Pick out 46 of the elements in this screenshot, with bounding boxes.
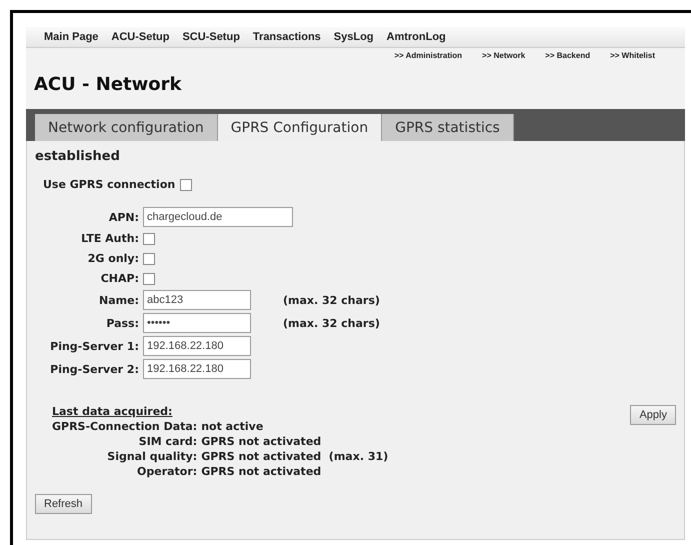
- nav-link[interactable]: SysLog: [334, 31, 374, 43]
- checkbox[interactable]: [143, 232, 155, 244]
- field-label: Pass:: [105, 316, 139, 330]
- info-label: Signal quality:: [106, 450, 198, 463]
- field-label: Name:: [98, 294, 139, 306]
- refresh-button[interactable]: Refresh: [35, 494, 92, 514]
- info-value: GPRS not activated (max. 31): [201, 450, 388, 463]
- hint-text: (max. 32 chars): [283, 316, 380, 330]
- hint-text: (max. 32 chars): [283, 294, 380, 306]
- tab[interactable]: GPRS statistics: [382, 114, 514, 141]
- input-field[interactable]: 192.168.22.180: [143, 359, 251, 379]
- field-label: Ping-Server 1:: [49, 340, 139, 352]
- password-field[interactable]: ••••••: [143, 313, 251, 333]
- input-field[interactable]: chargecloud.de: [143, 207, 293, 227]
- field-label: APN:: [108, 210, 139, 224]
- field-label: LTE Auth:: [80, 232, 139, 245]
- info-value: not active: [201, 420, 264, 433]
- section-heading: Last data acquired:: [52, 405, 174, 418]
- nav-link[interactable]: AmtronLog: [386, 31, 446, 43]
- info-value: GPRS not activated: [201, 435, 322, 448]
- field-label: CHAP:: [100, 272, 139, 285]
- tab[interactable]: Network configuration: [35, 114, 218, 141]
- input-field[interactable]: 192.168.22.180: [143, 336, 251, 356]
- checkbox[interactable]: [143, 252, 155, 264]
- field-label: Ping-Server 2:: [49, 362, 139, 376]
- field-label: Use GPRS connection: [43, 178, 176, 191]
- sub-nav-link[interactable]: >> Administration: [394, 51, 462, 60]
- sub-nav-link[interactable]: >> Backend: [545, 51, 590, 60]
- checkbox[interactable]: [180, 178, 192, 190]
- sub-nav-link[interactable]: >> Whitelist: [610, 51, 655, 60]
- info-label: SIM card:: [138, 435, 198, 448]
- nav-link[interactable]: Main Page: [44, 31, 98, 43]
- nav-link[interactable]: ACU-Setup: [111, 31, 170, 43]
- page-title: ACU - Network: [34, 74, 182, 95]
- info-label: Operator:: [136, 465, 198, 478]
- field-label: 2G only:: [86, 252, 139, 265]
- checkbox[interactable]: [143, 272, 155, 284]
- tab[interactable]: GPRS Configuration: [218, 114, 382, 141]
- info-label: GPRS-Connection Data:: [52, 420, 198, 433]
- apply-button[interactable]: Apply: [630, 405, 676, 425]
- nav-link[interactable]: SCU-Setup: [182, 31, 240, 43]
- nav-link[interactable]: Transactions: [252, 31, 321, 43]
- connection-status: established: [35, 149, 121, 164]
- sub-nav-link[interactable]: >> Network: [482, 51, 526, 60]
- info-value: GPRS not activated: [201, 465, 322, 478]
- input-field[interactable]: abc123: [143, 290, 251, 310]
